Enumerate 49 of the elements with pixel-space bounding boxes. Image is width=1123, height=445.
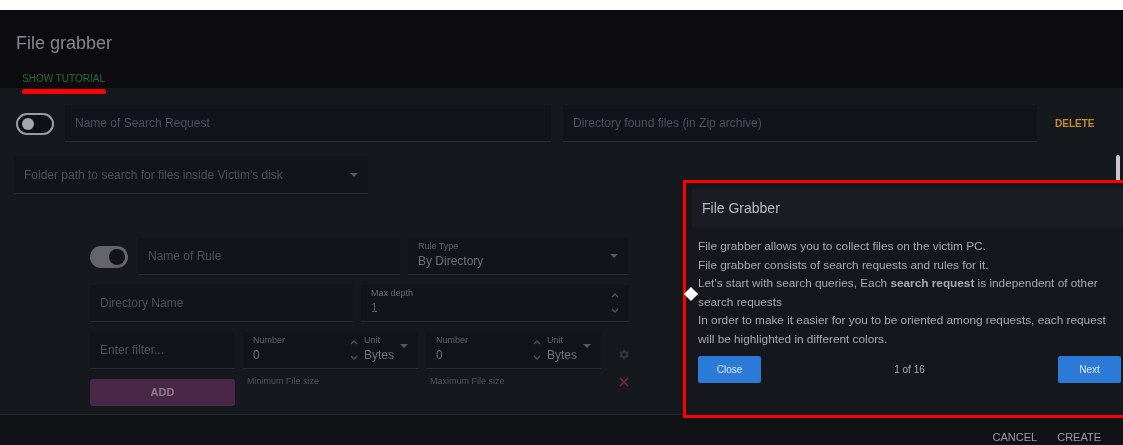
field-value: 0 — [253, 347, 260, 362]
placeholder-text: Folder path to search for files inside Victim's disk — [24, 167, 283, 184]
delete-button[interactable]: DELETE — [1045, 116, 1105, 131]
popover-text: File grabber consists of search requests and rules for it. — [698, 256, 990, 274]
caret-icon — [400, 344, 408, 348]
popover-text: In order to make it easier for you to be oriented among requests, each request will be highlighted in different colors. — [698, 312, 1107, 348]
field-value: By Directory — [418, 253, 484, 268]
toggle-switch[interactable] — [90, 245, 128, 268]
close-icon[interactable] — [618, 377, 629, 387]
footer-button[interactable]: CREATE — [1047, 428, 1111, 445]
field-label: Rule Type — [418, 242, 460, 252]
size-field[interactable]: Number 0 Unit Bytes — [243, 332, 418, 369]
next-button[interactable]: Next — [1058, 356, 1121, 383]
close-button[interactable]: Close — [698, 356, 761, 383]
field-label: Number — [436, 336, 469, 346]
field-value: 1 — [371, 300, 378, 315]
input-field[interactable]: Name of Rule — [138, 238, 400, 275]
caret-icon — [610, 254, 618, 258]
input-field[interactable]: Directory Name — [90, 285, 353, 322]
spinner-icon[interactable] — [350, 339, 358, 361]
tutorial-link[interactable]: SHOW TUTORIAL — [22, 71, 105, 86]
hint-text: Minimum File size — [247, 375, 320, 388]
field-value: 0 — [436, 347, 443, 362]
field-label: Max depth — [371, 289, 414, 299]
popover-text: Let's start with search queries, Each search request is independent of other search requests — [698, 275, 1099, 311]
caret-icon — [583, 344, 591, 348]
footer-button[interactable]: CANCEL — [982, 428, 1048, 445]
select-field[interactable]: Rule Type By Directory — [408, 238, 628, 275]
field-label: Unit — [364, 336, 381, 346]
spinner-icon[interactable] — [611, 292, 619, 314]
settings-icon[interactable] — [617, 348, 630, 361]
add-button[interactable]: ADD — [90, 379, 235, 406]
input-field[interactable]: Directory found files (in Zip archive) — [563, 105, 1037, 142]
field-label: Number — [253, 336, 286, 346]
size-field[interactable]: Number 0 Unit Bytes — [426, 332, 601, 369]
number-field[interactable]: Max depth 1 — [361, 285, 629, 322]
select-field[interactable]: Folder path to search for files inside Victim's disk — [14, 157, 368, 194]
toggle-switch[interactable] — [16, 112, 54, 135]
spinner-icon[interactable] — [533, 339, 541, 361]
popover-text: File grabber allows you to collect files on the victim PC. — [698, 238, 987, 255]
input-field[interactable]: Enter filter... — [90, 332, 235, 369]
field-label: Unit — [547, 336, 564, 346]
caret-icon — [350, 173, 358, 177]
dialog-title: File grabber — [16, 32, 114, 55]
step-counter: 1 of 16 — [894, 363, 925, 377]
popover-title: File Grabber — [692, 189, 1123, 227]
field-value: Bytes — [364, 347, 394, 362]
field-value: Bytes — [547, 347, 577, 362]
input-field[interactable]: Name of Search Request — [65, 105, 551, 142]
